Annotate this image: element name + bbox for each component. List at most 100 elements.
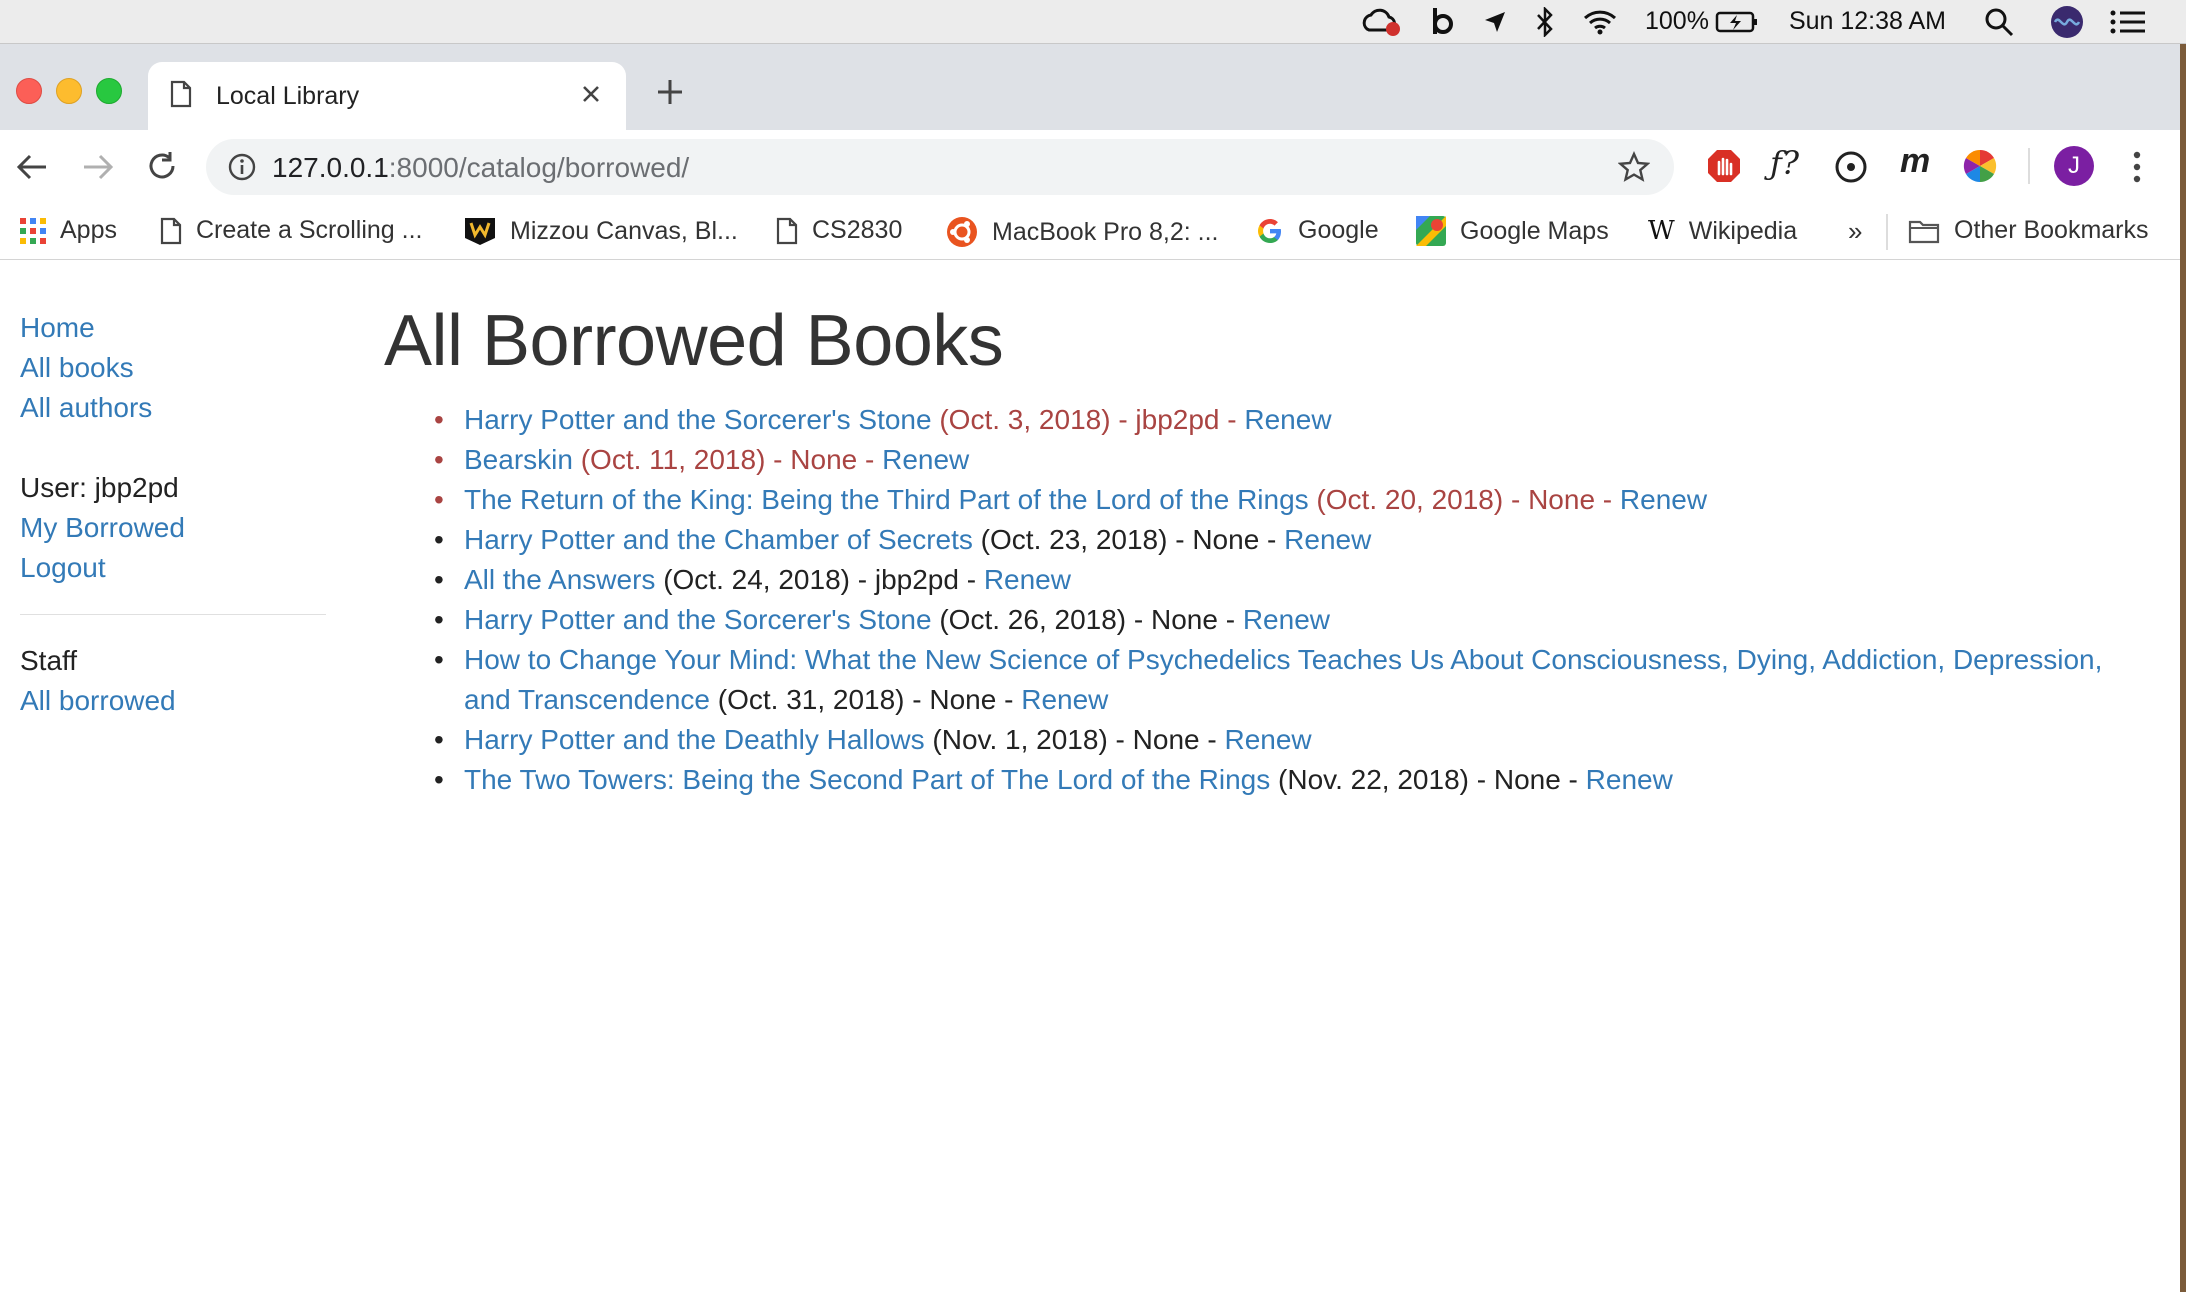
bookmark-label: Google bbox=[1298, 216, 1379, 244]
bookmark-google-maps[interactable]: Google Maps bbox=[1416, 216, 1609, 246]
book-title-link[interactable]: Harry Potter and the Deathly Hallows bbox=[464, 724, 925, 755]
bookmark-label: Wikipedia bbox=[1688, 216, 1798, 245]
bookmark-label: MacBook Pro 8,2: ... bbox=[992, 217, 1219, 246]
list-item: The Two Towers: Being the Second Part of… bbox=[434, 760, 2144, 800]
toolbar-divider bbox=[2028, 148, 2030, 184]
list-item: Bearskin (Oct. 11, 2018) - None - Renew bbox=[434, 440, 2144, 480]
bookmark-create-scrolling[interactable]: Create a Scrolling ... bbox=[160, 216, 423, 245]
renew-link[interactable]: Renew bbox=[984, 564, 1071, 595]
page-content: Home All books All authors User: jbp2pd … bbox=[0, 260, 2186, 1292]
site-info-icon[interactable] bbox=[228, 153, 256, 186]
page-icon bbox=[170, 80, 192, 113]
target-extension-icon[interactable] bbox=[1834, 150, 1868, 189]
new-tab-button[interactable] bbox=[652, 74, 688, 110]
spotlight-search-icon[interactable] bbox=[1984, 7, 2014, 37]
book-title-link[interactable]: Bearskin bbox=[464, 444, 573, 475]
sidebar-user-label: User: jbp2pd bbox=[20, 472, 179, 503]
sidebar-divider bbox=[20, 614, 326, 615]
bookmark-label: Google Maps bbox=[1460, 216, 1609, 245]
renew-link[interactable]: Renew bbox=[1586, 764, 1673, 795]
location-arrow-icon[interactable] bbox=[1483, 10, 1507, 34]
siri-icon[interactable] bbox=[2050, 5, 2084, 39]
sidebar-staff-heading: Staff bbox=[20, 645, 78, 676]
address-bar[interactable]: 127.0.0.1:8000/catalog/borrowed/ bbox=[206, 139, 1674, 195]
book-title-link[interactable]: Harry Potter and the Sorcerer's Stone bbox=[464, 604, 932, 635]
bookmarks-overflow-chevron[interactable]: » bbox=[1848, 216, 1862, 247]
wikipedia-w-icon: W bbox=[1648, 216, 1675, 246]
menubar-clock[interactable]: Sun 12:38 AM bbox=[1789, 7, 1946, 36]
sidebar-link-home[interactable]: Home bbox=[20, 308, 326, 348]
borrowed-books-list: Harry Potter and the Sorcerer's Stone (O… bbox=[384, 400, 2144, 800]
page-icon bbox=[776, 217, 798, 245]
book-title-link[interactable]: Harry Potter and the Sorcerer's Stone bbox=[464, 404, 932, 435]
bookmark-wikipedia[interactable]: W Wikipedia bbox=[1648, 216, 1797, 246]
url-path: :8000/catalog/borrowed/ bbox=[388, 152, 690, 183]
notification-center-icon[interactable] bbox=[2110, 9, 2146, 35]
book-title-link[interactable]: The Two Towers: Being the Second Part of… bbox=[464, 764, 1270, 795]
book-title-link[interactable]: Harry Potter and the Chamber of Secrets bbox=[464, 524, 973, 555]
renew-link[interactable]: Renew bbox=[1244, 404, 1331, 435]
url-text[interactable]: 127.0.0.1:8000/catalog/borrowed/ bbox=[272, 152, 689, 184]
bookmark-google[interactable]: Google bbox=[1256, 216, 1379, 245]
color-wheel-icon[interactable] bbox=[1962, 148, 1998, 189]
battery-percent: 100% bbox=[1644, 7, 1709, 35]
minimize-window-button[interactable] bbox=[56, 78, 82, 104]
renew-link[interactable]: Renew bbox=[1284, 524, 1371, 555]
profile-avatar[interactable]: J bbox=[2054, 146, 2094, 186]
loan-info: (Oct. 11, 2018) - None - bbox=[572, 444, 883, 475]
bookmark-mizzou-canvas[interactable]: Mizzou Canvas, Bl... bbox=[464, 216, 738, 246]
book-title-link[interactable]: The Return of the King: Being the Third … bbox=[464, 484, 1309, 515]
forward-arrow-icon[interactable] bbox=[82, 152, 114, 187]
sidebar-link-all-borrowed[interactable]: All borrowed bbox=[20, 681, 326, 721]
list-item: Harry Potter and the Chamber of Secrets … bbox=[434, 520, 2144, 560]
mercury-m-icon[interactable]: m bbox=[1900, 142, 1930, 181]
renew-link[interactable]: Renew bbox=[1620, 484, 1707, 515]
page-icon bbox=[160, 217, 182, 245]
book-title-link[interactable]: All the Answers bbox=[464, 564, 655, 595]
sidebar-link-logout[interactable]: Logout bbox=[20, 548, 326, 588]
list-item: Harry Potter and the Sorcerer's Stone (O… bbox=[434, 600, 2144, 640]
adblock-icon[interactable] bbox=[1706, 148, 1742, 189]
reload-icon[interactable] bbox=[146, 150, 178, 187]
browser-tab-strip: Local Library bbox=[0, 44, 2186, 130]
bookmark-other-bookmarks[interactable]: Other Bookmarks bbox=[1908, 216, 2149, 245]
chrome-menu-icon[interactable] bbox=[2132, 150, 2142, 189]
close-tab-icon[interactable] bbox=[580, 83, 602, 110]
bluetooth-icon[interactable] bbox=[1535, 6, 1555, 37]
renew-link[interactable]: Renew bbox=[1224, 724, 1311, 755]
back-arrow-icon[interactable] bbox=[16, 152, 48, 187]
bookmark-apps[interactable]: Apps bbox=[20, 216, 117, 245]
tab-local-library[interactable]: Local Library bbox=[148, 62, 626, 130]
zoom-window-button[interactable] bbox=[96, 78, 122, 104]
wifi-icon[interactable] bbox=[1583, 9, 1617, 35]
bookmark-label: Apps bbox=[60, 216, 117, 244]
ubuntu-icon bbox=[946, 216, 978, 248]
sidebar-nav: Home All books All authors User: jbp2pd … bbox=[20, 308, 326, 721]
macos-menu-bar: 100% Sun 12:38 AM bbox=[0, 0, 2186, 44]
bookmark-label: CS2830 bbox=[812, 216, 903, 244]
sidebar-link-my-borrowed[interactable]: My Borrowed bbox=[20, 508, 326, 548]
close-window-button[interactable] bbox=[16, 78, 42, 104]
sidebar-link-all-books[interactable]: All books bbox=[20, 348, 326, 388]
renew-link[interactable]: Renew bbox=[1021, 684, 1108, 715]
b-app-icon[interactable] bbox=[1431, 6, 1455, 38]
battery-charging-icon[interactable] bbox=[1715, 10, 1759, 34]
sidebar-link-all-authors[interactable]: All authors bbox=[20, 388, 326, 428]
loan-info: (Oct. 23, 2018) - None - bbox=[972, 524, 1285, 555]
list-item: Harry Potter and the Deathly Hallows (No… bbox=[434, 720, 2144, 760]
bookmark-star-icon[interactable] bbox=[1617, 151, 1651, 188]
creative-cloud-icon[interactable] bbox=[1361, 7, 1403, 37]
bookmark-cs2830[interactable]: CS2830 bbox=[776, 216, 902, 245]
loan-info: (Nov. 22, 2018) - None - bbox=[1270, 764, 1586, 795]
bookmark-label: Mizzou Canvas, Bl... bbox=[510, 216, 738, 245]
bookmarks-divider bbox=[1886, 214, 1888, 250]
loan-info: (Oct. 26, 2018) - None - bbox=[931, 604, 1243, 635]
whatfont-icon[interactable]: ƒ? bbox=[1770, 144, 1799, 182]
mizzou-logo-icon bbox=[464, 216, 496, 246]
browser-toolbar: 127.0.0.1:8000/catalog/borrowed/ ƒ? m J bbox=[0, 130, 2186, 204]
renew-link[interactable]: Renew bbox=[1243, 604, 1330, 635]
bookmark-macbook-pro[interactable]: MacBook Pro 8,2: ... bbox=[946, 216, 1219, 248]
renew-link[interactable]: Renew bbox=[882, 444, 969, 475]
loan-info: (Oct. 24, 2018) - jbp2pd - bbox=[655, 564, 984, 595]
list-item: How to Change Your Mind: What the New Sc… bbox=[434, 640, 2144, 720]
